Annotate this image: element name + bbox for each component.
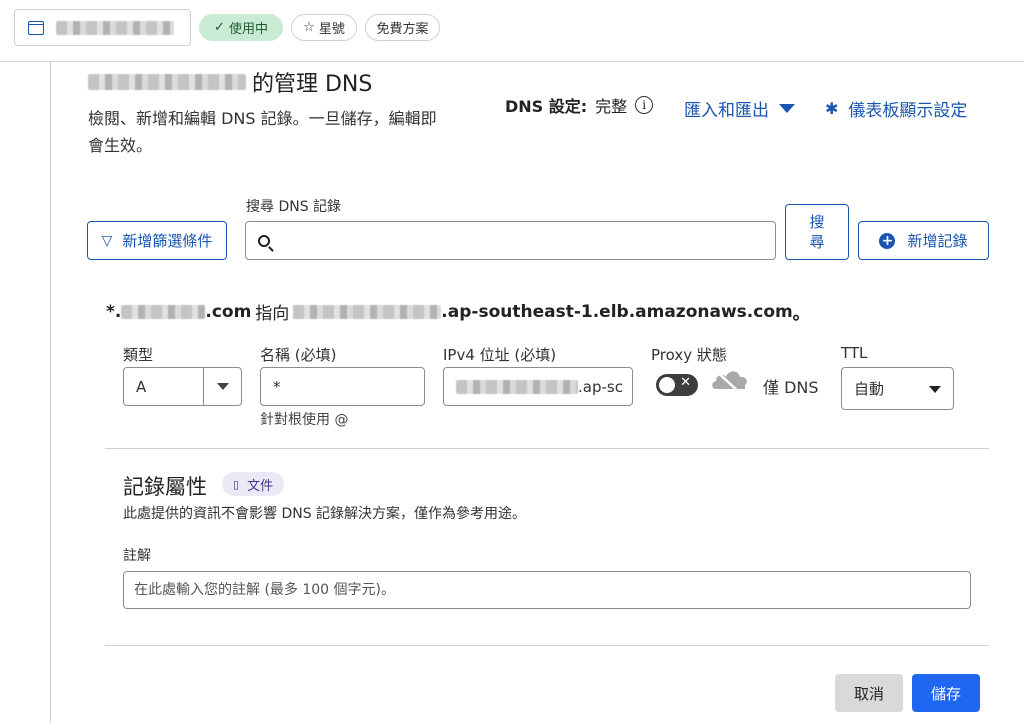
filter-funnel-icon: ▽ (101, 232, 113, 249)
ipv4-address-input[interactable]: .ap-sc (443, 367, 633, 406)
redacted-domain-name (56, 20, 174, 35)
content-left-border (50, 62, 51, 723)
star-outline-icon: ☆ (303, 20, 315, 35)
proxy-toggle[interactable]: ✕ (656, 374, 698, 396)
page-description: 檢閱、新增和編輯 DNS 記錄。一旦儲存，編輯即會生效。 (88, 109, 437, 155)
add-filter-label: 新增篩選條件 (122, 232, 213, 250)
comment-label: 註解 (123, 548, 151, 564)
record-summary-tld: .com (205, 301, 252, 322)
cloud-icon (712, 368, 747, 394)
search-label: 搜尋 DNS 記錄 (246, 199, 342, 215)
page-title: 的管理 DNS (88, 66, 372, 98)
search-button[interactable]: 搜尋 (785, 204, 849, 260)
ttl-value: 自動 (854, 380, 885, 398)
search-input-box[interactable] (245, 221, 776, 260)
proxy-state-text: 僅 DNS (763, 378, 819, 397)
record-summary: *. .com 指向 .ap-southeast-1.elb.amazonaws… (106, 299, 810, 325)
info-icon[interactable]: i (635, 96, 654, 114)
domain-selector[interactable] (14, 9, 191, 46)
record-name-input[interactable]: * (260, 367, 425, 406)
dns-setup-value: 完整 (595, 97, 628, 116)
gear-icon: ✱ (825, 99, 839, 118)
dashboard-display-settings-link[interactable]: ✱ 儀表板顯示設定 (825, 96, 967, 121)
status-badge-label: 使用中 (228, 22, 268, 37)
ipv4-value-suffix: .ap-sc (578, 377, 623, 396)
documentation-badge-label: 文件 (247, 478, 274, 494)
proxy-status-label: Proxy 狀態 (651, 346, 727, 364)
import-export-dropdown[interactable]: 匯入和匯出 (684, 96, 795, 121)
import-export-label: 匯入和匯出 (684, 101, 769, 121)
documentation-badge[interactable]: ▯ 文件 (222, 472, 285, 496)
star-button-label: 星號 (318, 22, 345, 37)
redacted-domain-name (88, 74, 246, 90)
chevron-down-icon (216, 383, 229, 390)
redacted-domain-name (121, 304, 206, 319)
plan-badge-label: 免費方案 (376, 22, 429, 37)
page-title-text: 的管理 DNS (252, 72, 373, 97)
search-input[interactable] (278, 225, 775, 256)
add-filter-button[interactable]: ▽ 新增篩選條件 (87, 221, 227, 260)
add-record-label: 新增記錄 (907, 232, 968, 250)
plus-circle-icon: + (879, 232, 896, 249)
record-attributes-title: 記錄屬性 (123, 475, 207, 499)
book-icon: ▯ (233, 477, 240, 491)
dropdown-arrow[interactable] (203, 368, 241, 405)
redacted-target-host (293, 304, 442, 319)
plan-badge[interactable]: 免費方案 (365, 14, 440, 41)
record-type-select[interactable]: A (123, 367, 242, 406)
search-button-label: 搜尋 (809, 213, 825, 251)
cancel-button[interactable]: 取消 (835, 674, 903, 712)
ttl-label: TTL (841, 344, 868, 362)
record-summary-end: 。 (792, 304, 810, 324)
star-button[interactable]: ☆ 星號 (291, 14, 357, 41)
record-name-value: * (273, 377, 281, 396)
record-summary-target: .ap-southeast-1.elb.amazonaws.com (441, 301, 793, 322)
add-record-button[interactable]: + 新增記錄 (858, 221, 989, 260)
name-hint: 針對根使用 @ (260, 412, 349, 428)
close-icon: ✕ (680, 375, 691, 390)
record-summary-points-to: 指向 (255, 304, 290, 324)
save-button[interactable]: 儲存 (912, 674, 980, 712)
chevron-down-icon (929, 386, 941, 393)
browser-window-icon (28, 20, 44, 35)
ipv4-label: IPv4 位址 (必填) (443, 346, 557, 364)
search-icon (258, 234, 270, 247)
top-bar: ✓ 使用中 ☆ 星號 免費方案 (0, 0, 1024, 62)
dashboard-settings-label: 儀表板顯示設定 (848, 101, 968, 121)
name-label: 名稱 (必填) (260, 346, 337, 364)
record-summary-prefix: *. (106, 301, 122, 322)
comment-input[interactable] (123, 571, 971, 609)
type-label: 類型 (123, 346, 154, 364)
record-attributes-description: 此處提供的資訊不會影響 DNS 記錄解決方案，僅作為參考用途。 (123, 506, 527, 522)
record-type-value: A (136, 377, 147, 396)
dns-setup-label: DNS 設定: (505, 97, 588, 116)
ttl-select[interactable]: 自動 (841, 367, 954, 410)
status-badge-active: ✓ 使用中 (199, 14, 283, 41)
dns-setup-status: DNS 設定: 完整 i (505, 93, 654, 117)
toggle-knob (659, 377, 675, 393)
redacted-target-host (456, 379, 578, 394)
section-divider (105, 448, 989, 449)
section-divider (105, 645, 989, 646)
caret-down-icon (779, 104, 795, 113)
checkmark-icon: ✓ (214, 20, 225, 35)
